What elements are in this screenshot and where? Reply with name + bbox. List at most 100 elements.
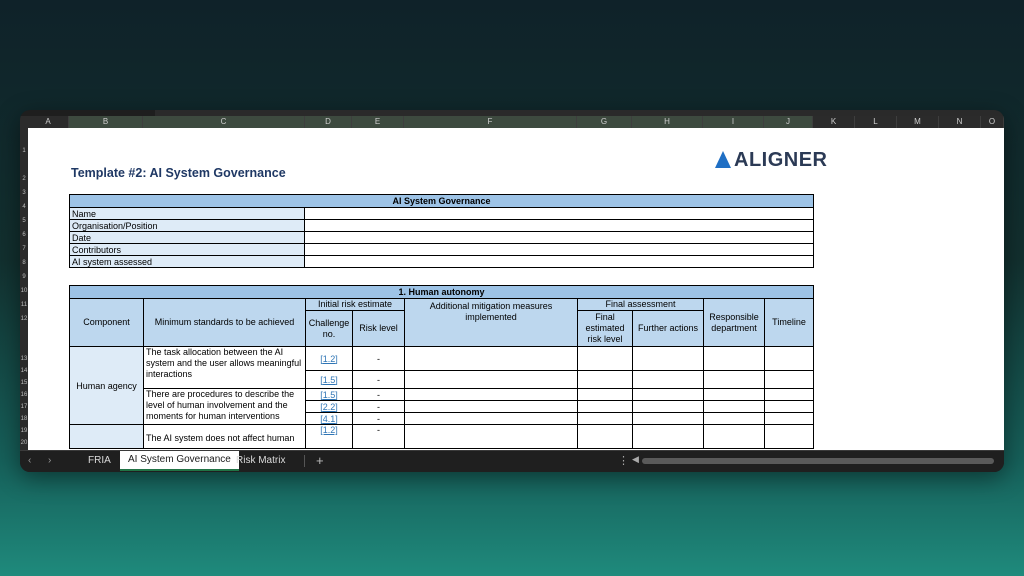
final-risk-cell[interactable] [577, 412, 633, 425]
standard-human-involvement[interactable]: There are procedures to describe the lev… [143, 388, 306, 425]
tab-scroll-prev-icon[interactable]: ‹ [28, 455, 31, 466]
column-header-l[interactable]: L [855, 116, 897, 128]
row-header[interactable]: 4 [20, 204, 28, 210]
governance-label-name[interactable]: Name [69, 207, 305, 220]
further-actions-cell[interactable] [632, 424, 704, 449]
column-header-k[interactable]: K [813, 116, 855, 128]
final-risk-cell[interactable] [577, 346, 633, 371]
row-header[interactable]: 16 [20, 392, 28, 398]
column-header-e[interactable]: E [352, 116, 404, 128]
scroll-left-icon[interactable]: ◀ [632, 454, 639, 465]
further-actions-cell[interactable] [632, 412, 704, 425]
tab-fria[interactable]: FRIA [80, 451, 119, 471]
governance-label-organisation[interactable]: Organisation/Position [69, 219, 305, 232]
mitigation-cell[interactable] [404, 388, 578, 401]
row-header[interactable]: 11 [20, 302, 28, 308]
risk-level-cell[interactable]: - [352, 370, 405, 389]
row-header[interactable]: 7 [20, 246, 28, 252]
risk-level-cell[interactable]: - [352, 424, 405, 449]
row-header[interactable]: 12 [20, 316, 28, 322]
challenge-link[interactable]: [1.2] [305, 424, 353, 449]
component-cell[interactable] [69, 424, 144, 449]
mitigation-cell[interactable] [404, 400, 578, 413]
governance-label-contributors[interactable]: Contributors [69, 243, 305, 256]
standard-ai-not-affect[interactable]: The AI system does not affect human [143, 424, 306, 449]
timeline-cell[interactable] [763, 412, 815, 425]
mitigation-cell[interactable] [404, 412, 578, 425]
row-header[interactable]: 15 [20, 380, 28, 386]
column-header-n[interactable]: N [939, 116, 981, 128]
further-actions-cell[interactable] [632, 346, 704, 371]
risk-level-cell[interactable]: - [352, 412, 405, 425]
mitigation-cell[interactable] [404, 346, 578, 371]
risk-level-cell[interactable]: - [352, 346, 405, 371]
column-header-m[interactable]: M [897, 116, 939, 128]
row-header[interactable]: 19 [20, 428, 28, 434]
responsible-dept-cell[interactable] [703, 424, 765, 449]
tab-risk-matrix[interactable]: Risk Matrix [228, 451, 293, 471]
governance-value-name[interactable] [303, 207, 815, 220]
standard-task-allocation[interactable]: The task allocation between the AI syste… [143, 346, 306, 389]
column-header-d[interactable]: D [305, 116, 352, 128]
final-risk-cell[interactable] [577, 400, 633, 413]
governance-value-ai-system[interactable] [303, 255, 815, 268]
column-header-j[interactable]: J [764, 116, 813, 128]
governance-label-date[interactable]: Date [69, 231, 305, 244]
tab-scroll-next-icon[interactable]: › [48, 455, 51, 466]
timeline-cell[interactable] [763, 400, 815, 413]
row-header[interactable]: 18 [20, 416, 28, 422]
final-risk-cell[interactable] [577, 370, 633, 389]
timeline-cell[interactable] [763, 370, 815, 389]
tab-ai-system-governance[interactable]: AI System Governance [120, 451, 239, 471]
governance-value-date[interactable] [303, 231, 815, 244]
column-header-a[interactable]: A [28, 116, 69, 128]
further-actions-cell[interactable] [632, 370, 704, 389]
row-header[interactable]: 1 [20, 148, 28, 154]
column-header-b[interactable]: B [69, 116, 143, 128]
further-actions-cell[interactable] [632, 400, 704, 413]
timeline-cell[interactable] [763, 424, 815, 449]
timeline-cell[interactable] [763, 346, 815, 371]
row-header[interactable]: 2 [20, 176, 28, 182]
row-header[interactable]: 9 [20, 274, 28, 280]
row-header[interactable]: 8 [20, 260, 28, 266]
row-header[interactable]: 5 [20, 218, 28, 224]
governance-value-organisation[interactable] [303, 219, 815, 232]
column-header-f[interactable]: F [404, 116, 577, 128]
column-header-c[interactable]: C [143, 116, 305, 128]
mitigation-cell[interactable] [404, 424, 578, 449]
mitigation-cell[interactable] [404, 370, 578, 389]
governance-label-ai-system[interactable]: AI system assessed [69, 255, 305, 268]
row-header[interactable]: 6 [20, 232, 28, 238]
row-header[interactable]: 3 [20, 190, 28, 196]
challenge-link[interactable]: [1.2] [305, 346, 353, 371]
responsible-dept-cell[interactable] [703, 388, 765, 401]
column-header-h[interactable]: H [632, 116, 703, 128]
final-risk-cell[interactable] [577, 388, 633, 401]
column-header-o[interactable]: O [981, 116, 1004, 128]
row-header[interactable]: 20 [20, 440, 28, 446]
responsible-dept-cell[interactable] [703, 346, 765, 371]
worksheet-area[interactable]: ALIGNER Template #2: AI System Governanc… [28, 128, 1004, 450]
column-header-g[interactable]: G [577, 116, 632, 128]
timeline-cell[interactable] [763, 388, 815, 401]
responsible-dept-cell[interactable] [703, 370, 765, 389]
further-actions-cell[interactable] [632, 388, 704, 401]
row-header[interactable]: 10 [20, 288, 28, 294]
challenge-link[interactable]: [1.5] [305, 370, 353, 389]
horizontal-scrollbar[interactable] [642, 458, 994, 464]
risk-level-cell[interactable]: - [352, 388, 405, 401]
component-human-agency[interactable]: Human agency [69, 346, 144, 425]
responsible-dept-cell[interactable] [703, 412, 765, 425]
more-options-icon[interactable]: ⋮ [618, 454, 629, 467]
challenge-link[interactable]: [4.1] [305, 412, 353, 425]
challenge-link[interactable]: [2.2] [305, 400, 353, 413]
row-header[interactable]: 14 [20, 368, 28, 374]
responsible-dept-cell[interactable] [703, 400, 765, 413]
risk-level-cell[interactable]: - [352, 400, 405, 413]
final-risk-cell[interactable] [577, 424, 633, 449]
governance-value-contributors[interactable] [303, 243, 815, 256]
add-sheet-button[interactable]: + [316, 453, 324, 468]
row-header[interactable]: 17 [20, 404, 28, 410]
column-header-i[interactable]: I [703, 116, 764, 128]
